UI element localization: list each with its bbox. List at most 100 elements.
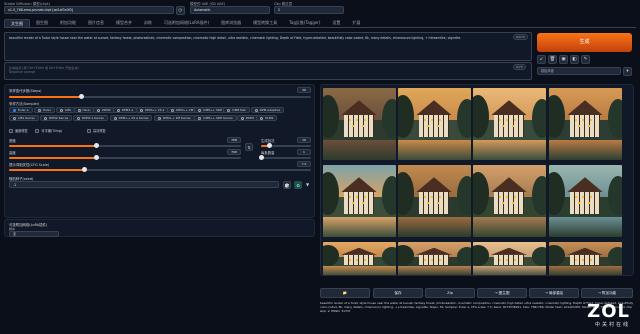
gallery-image[interactable] — [323, 242, 396, 275]
house-shape — [341, 247, 377, 266]
sampler-option[interactable]: DPM2 a — [112, 107, 138, 113]
send-to-img2img-button[interactable]: → 图生图 — [477, 288, 527, 298]
sampler-option[interactable]: DPM++ SDE Karras — [194, 115, 237, 121]
sampler-option-label: DPM2 a — [121, 108, 134, 112]
image-water — [549, 216, 622, 237]
option-checkbox[interactable]: 高清修复 — [87, 128, 106, 133]
height-slider[interactable] — [9, 155, 241, 160]
save-style-icon[interactable]: ✎ — [581, 55, 590, 64]
send-to-extras-button[interactable]: → 附加功能 — [581, 288, 633, 298]
radio-icon — [77, 108, 81, 112]
seed-input[interactable]: -1 — [9, 181, 279, 188]
batch-size-input[interactable]: 1 — [297, 149, 311, 155]
style-dropdown[interactable]: 模板风格 — [537, 67, 621, 75]
swap-dimensions-icon[interactable]: ⇅ — [245, 143, 253, 151]
paste-params-icon[interactable]: ↙ — [537, 55, 546, 64]
sampler-option[interactable]: DPM fast — [223, 107, 250, 113]
apply-style-icon[interactable]: ▾ — [623, 67, 632, 76]
sampler-option[interactable]: Euler — [34, 107, 56, 113]
sampler-option[interactable]: DPM2 Karras — [40, 115, 73, 121]
generate-button[interactable]: 生成 — [537, 33, 632, 52]
tab-7[interactable]: 图库浏览器 — [215, 19, 247, 27]
tab-5[interactable]: 训练 — [138, 19, 158, 27]
option-checkbox[interactable]: 面部修复 — [9, 128, 28, 133]
refresh-icon[interactable]: ⟳ — [176, 6, 185, 15]
extra-toggle-icon[interactable]: ▼ — [306, 182, 309, 187]
prompt-textarea[interactable]: beautiful render of a Tudor style house … — [4, 32, 532, 61]
sampler-option[interactable]: DDIM — [236, 115, 258, 121]
batch-count-slider[interactable] — [261, 143, 311, 148]
steps-input[interactable]: 36 — [297, 87, 311, 93]
vae-dropdown[interactable]: Automatic — [190, 6, 270, 14]
tree-shape — [382, 98, 396, 139]
sampler-option[interactable]: DPM++ SDE — [194, 107, 227, 113]
tab-4[interactable]: 模型合并 — [110, 19, 138, 27]
tab-1[interactable]: 图生图 — [30, 19, 54, 27]
random-seed-icon[interactable]: 🎲 — [283, 181, 291, 189]
sampler-option[interactable]: DPM adaptive — [250, 107, 285, 113]
batch-count-input[interactable]: 16 — [297, 137, 311, 143]
steps-slider[interactable] — [9, 94, 311, 99]
batch-size-label: 每批数量 — [261, 151, 275, 155]
sampler-option[interactable]: DPM2 — [93, 107, 115, 113]
reuse-seed-icon[interactable]: ♻ — [294, 181, 302, 189]
tab-10[interactable]: 设置 — [326, 19, 346, 27]
zip-button[interactable]: Zip — [425, 288, 475, 298]
sampler-option[interactable]: DPM++ 2S a Karras — [109, 115, 153, 121]
width-slider[interactable] — [9, 143, 241, 148]
sampler-option-label: DPM++ 2S a Karras — [118, 116, 149, 120]
script-dropdown[interactable]: 无 — [9, 231, 59, 237]
tab-0[interactable]: 文生图 — [4, 19, 30, 27]
open-folder-button[interactable]: 📁 — [320, 288, 370, 298]
sampler-option[interactable]: DPM++ 2S a — [136, 107, 169, 113]
image-water — [473, 139, 546, 160]
save-button[interactable]: 保存 — [373, 288, 423, 298]
gallery-image[interactable] — [473, 165, 546, 237]
option-checkbox[interactable]: 可平铺(Tiling) — [35, 128, 62, 133]
sampler-option[interactable]: PLMS — [256, 115, 278, 121]
height-input[interactable]: 768 — [227, 149, 241, 155]
gallery-image[interactable] — [473, 88, 546, 160]
model-dropdown[interactable]: v1-5_768-ema-pruned.ckpt [ad1af3c0f0] — [4, 6, 174, 14]
model-icon[interactable]: ▣ — [559, 55, 568, 64]
gallery-image[interactable] — [549, 88, 622, 160]
send-to-inpaint-button[interactable]: → 局部重绘 — [529, 288, 579, 298]
radio-icon — [116, 108, 120, 112]
cfg-slider[interactable] — [9, 167, 311, 172]
sampler-option[interactable]: LMS — [55, 107, 75, 113]
styles-icon[interactable]: ◧ — [570, 55, 579, 64]
cfg-input[interactable]: 7.5 — [297, 161, 311, 167]
gallery-image[interactable] — [473, 242, 546, 275]
sampler-option[interactable]: Euler a — [9, 107, 33, 113]
sampler-option[interactable]: DPM++ 2M — [167, 107, 198, 113]
window-light — [588, 125, 590, 128]
tab-9[interactable]: Tag反推(Tagger) — [283, 19, 326, 27]
sampler-option[interactable]: DPM2 a Karras — [72, 115, 108, 121]
checkbox-icon — [9, 128, 13, 133]
tab-2[interactable]: 附加功能 — [54, 19, 82, 27]
tab-3[interactable]: 图片信息 — [82, 19, 110, 27]
sampler-option[interactable]: LMS Karras — [9, 115, 39, 121]
gallery-image[interactable] — [323, 165, 396, 237]
negative-prompt-textarea[interactable]: 反向提词 (按 Ctrl+Enter 或 Alt+Enter 开始生成) Neg… — [4, 62, 532, 80]
sampler-option[interactable]: Heun — [73, 107, 95, 113]
width-input[interactable]: 768 — [227, 137, 241, 143]
gallery-image[interactable] — [549, 242, 622, 275]
clip-input[interactable]: 2 — [274, 6, 344, 14]
tab-8[interactable]: 模型转换工具 — [247, 19, 283, 27]
gallery-image[interactable] — [323, 88, 396, 160]
window-light — [362, 125, 364, 128]
tab-11[interactable]: 扩展 — [346, 19, 366, 27]
batch-size-slider[interactable] — [258, 155, 311, 160]
tab-6[interactable]: 可选附加网络(LoRA插件) — [158, 19, 215, 27]
gallery-image[interactable] — [549, 165, 622, 237]
gallery-image[interactable] — [398, 88, 471, 160]
sampler-option[interactable]: DPM++ 2M Karras — [153, 115, 195, 121]
window-light — [439, 196, 441, 199]
height-label: 高度 — [9, 151, 16, 155]
gallery-image[interactable] — [398, 165, 471, 237]
radio-icon — [198, 116, 202, 120]
gallery-image[interactable] — [398, 242, 471, 275]
trash-icon[interactable]: 🗑 — [548, 55, 557, 64]
window-light — [512, 202, 514, 205]
